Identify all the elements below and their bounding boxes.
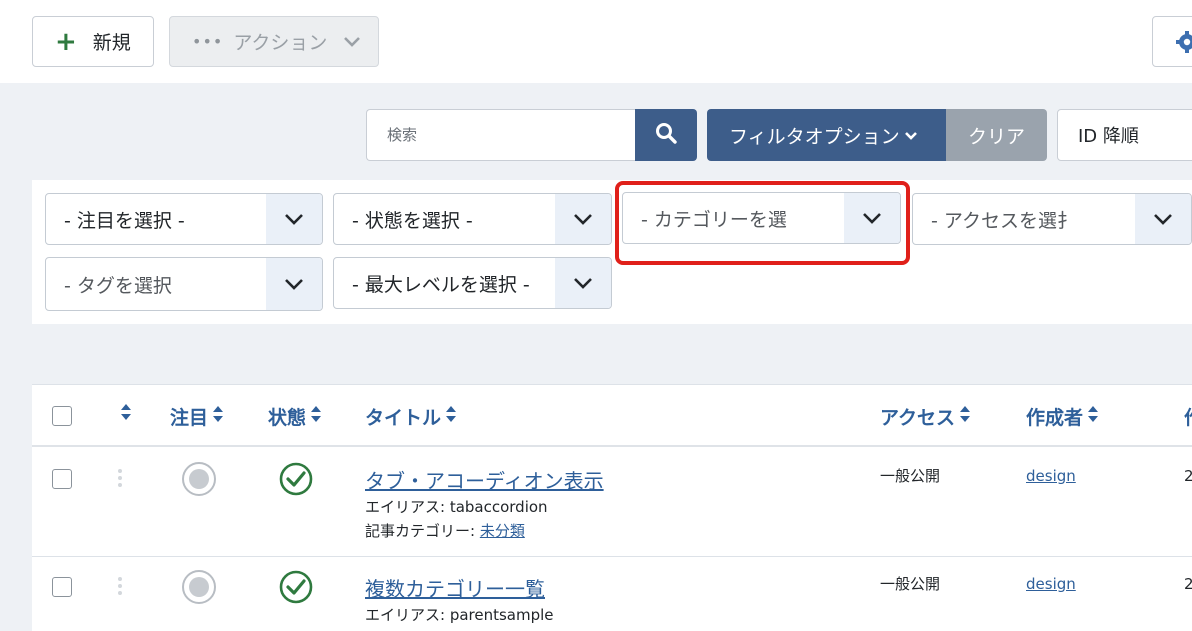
date-sort-header[interactable]: 作 (1184, 403, 1192, 430)
search-input[interactable] (366, 109, 636, 161)
published-check-icon[interactable] (279, 570, 313, 608)
table-row: タブ・アコーディオン表示 エイリアス: tabaccordion 記事カテゴリー… (32, 447, 1192, 557)
chevron-down-icon (266, 258, 322, 310)
chevron-down-icon (904, 124, 918, 146)
max-level-filter-label: - 最大レベルを選択 - (352, 273, 530, 296)
unfeatured-icon[interactable] (182, 462, 216, 496)
sort-select-value: ID 降順 (1078, 126, 1139, 147)
select-all-checkbox[interactable] (52, 406, 72, 426)
sort-icon (445, 405, 457, 428)
published-check-icon[interactable] (279, 462, 313, 500)
status-sort-header[interactable]: 状態 (268, 403, 322, 430)
filter-panel: - 注目を選択 - - 状態を選択 - - カテゴリーを選 - アクセスを選扌 … (32, 180, 1192, 324)
title-sort-header[interactable]: タイトル (365, 403, 457, 430)
gear-icon (1175, 30, 1192, 58)
sort-icon (212, 405, 224, 428)
chevron-down-icon (555, 194, 611, 244)
article-author-link[interactable]: design (1026, 575, 1076, 593)
options-button[interactable] (1152, 16, 1192, 67)
clear-button-label: クリア (967, 125, 1025, 148)
row-checkbox[interactable] (52, 577, 72, 597)
access-filter-select[interactable]: - アクセスを選扌 (912, 193, 1192, 245)
drag-handle-icon[interactable] (118, 469, 126, 490)
category-filter-highlight (615, 181, 910, 265)
chevron-down-icon (266, 194, 322, 244)
author-header-label: 作成者 (1026, 407, 1084, 429)
sort-icon (120, 403, 132, 426)
ellipsis-icon: ••• (192, 32, 224, 51)
clear-button[interactable]: クリア (946, 109, 1047, 161)
featured-filter-label: - 注目を選択 - (64, 209, 185, 232)
toolbar: + 新規 ••• アクション (0, 0, 1192, 83)
actions-button[interactable]: ••• アクション (169, 16, 379, 67)
article-alias: エイリアス: parentsample (365, 606, 554, 624)
sort-icon (310, 405, 322, 428)
ordering-sort-header[interactable] (116, 403, 132, 426)
new-button-label: 新規 (92, 32, 131, 54)
featured-header-label: 注目 (170, 407, 209, 429)
article-date: 2 (1184, 575, 1192, 593)
article-title-link[interactable]: 複数カテゴリー一覧 (365, 573, 545, 602)
article-access: 一般公開 (880, 467, 941, 485)
plus-icon: + (55, 26, 77, 57)
article-category-label: 記事カテゴリー: (365, 522, 480, 540)
articles-table: 注目 状態 タイトル アクセス 作成者 作 タブ・アコーディオン表示 (32, 384, 1192, 631)
access-filter-label: - アクセスを選扌 (931, 209, 1076, 232)
search-icon (655, 122, 677, 148)
filter-options-button[interactable]: フィルタオプション (707, 109, 946, 161)
sort-icon (1087, 405, 1099, 428)
featured-sort-header[interactable]: 注目 (170, 403, 224, 430)
article-alias: エイリアス: tabaccordion (365, 498, 548, 516)
article-author-link[interactable]: design (1026, 467, 1076, 485)
article-access: 一般公開 (880, 575, 941, 593)
chevron-down-icon (555, 258, 611, 308)
new-button[interactable]: + 新規 (32, 16, 154, 67)
tag-filter-label: - タグを選択 (64, 274, 172, 297)
author-sort-header[interactable]: 作成者 (1026, 403, 1099, 430)
access-header-label: アクセス (880, 407, 956, 429)
article-date: 2 (1184, 467, 1192, 485)
title-header-label: タイトル (365, 407, 442, 429)
table-row: 複数カテゴリー一覧 エイリアス: parentsample 一般公開 desig… (32, 557, 1192, 631)
row-checkbox[interactable] (52, 469, 72, 489)
sort-icon (959, 405, 971, 428)
max-level-filter-select[interactable]: - 最大レベルを選択 - (333, 257, 612, 309)
date-header-label: 作 (1184, 403, 1192, 430)
filter-options-label: フィルタオプション (729, 125, 900, 148)
article-title-link[interactable]: タブ・アコーディオン表示 (365, 465, 604, 494)
access-sort-header[interactable]: アクセス (880, 403, 971, 430)
table-header: 注目 状態 タイトル アクセス 作成者 作 (32, 385, 1192, 447)
article-category-link[interactable]: 未分類 (480, 522, 525, 540)
search-button[interactable] (635, 109, 697, 161)
unfeatured-icon[interactable] (182, 570, 216, 604)
sort-select[interactable]: ID 降順 (1057, 109, 1192, 161)
tag-filter-select[interactable]: - タグを選択 (45, 257, 323, 311)
actions-button-label: アクション (233, 32, 328, 54)
status-header-label: 状態 (268, 407, 307, 429)
article-category: 記事カテゴリー: 未分類 (365, 520, 525, 541)
chevron-down-icon (1135, 194, 1191, 244)
drag-handle-icon[interactable] (118, 577, 126, 598)
featured-filter-select[interactable]: - 注目を選択 - (45, 193, 323, 245)
state-filter-select[interactable]: - 状態を選択 - (333, 193, 612, 245)
state-filter-label: - 状態を選択 - (352, 209, 473, 232)
chevron-down-icon (343, 31, 361, 53)
